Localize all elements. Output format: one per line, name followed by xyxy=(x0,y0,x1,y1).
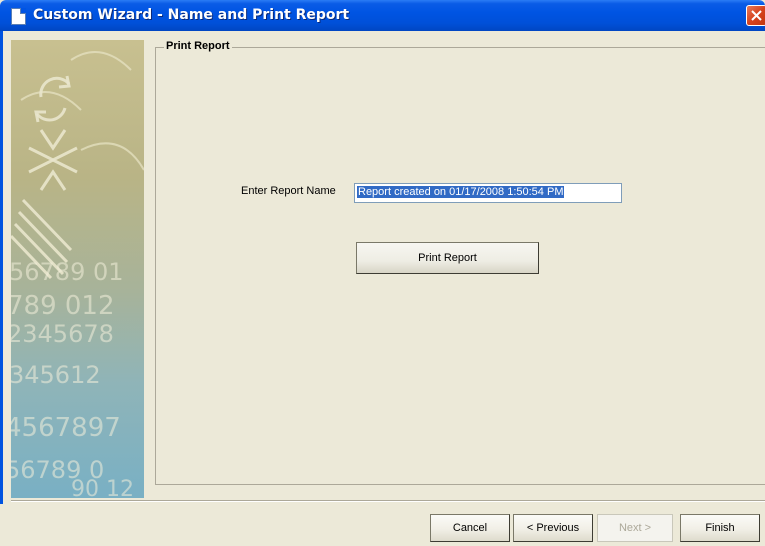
banner-digits-3: 2345678 xyxy=(11,320,114,348)
wizard-side-banner: 56789 01 789 012 2345678 345612 4567897 … xyxy=(11,40,144,498)
banner-digits-2: 789 012 xyxy=(11,291,115,321)
window-frame-left xyxy=(0,31,3,546)
banner-digits-7: 90 12 xyxy=(71,477,134,498)
banner-digits-5: 4567897 xyxy=(11,413,121,443)
footer-divider-highlight xyxy=(11,501,765,502)
close-button[interactable] xyxy=(746,5,765,26)
refresh-icon xyxy=(34,75,71,123)
report-name-label: Enter Report Name xyxy=(241,185,336,197)
print-report-button[interactable]: Print Report xyxy=(356,242,539,274)
finish-button[interactable]: Finish xyxy=(680,514,760,542)
cancel-button[interactable]: Cancel xyxy=(430,514,510,542)
report-name-value: Report created on 01/17/2008 1:50:54 PM xyxy=(357,186,565,198)
window-title: Custom Wizard - Name and Print Report xyxy=(33,7,350,23)
close-icon xyxy=(751,10,762,21)
next-button[interactable]: Next > xyxy=(597,514,673,542)
asterisk-icon xyxy=(28,129,78,191)
banner-digits-1: 56789 01 xyxy=(11,258,124,286)
report-name-input[interactable]: Report created on 01/17/2008 1:50:54 PM xyxy=(354,183,622,203)
previous-button[interactable]: < Previous xyxy=(513,514,593,542)
document-icon xyxy=(11,8,26,25)
banner-digits-4: 345612 xyxy=(11,361,101,389)
group-label: Print Report xyxy=(164,40,232,52)
title-bar[interactable]: Custom Wizard - Name and Print Report xyxy=(0,0,765,31)
